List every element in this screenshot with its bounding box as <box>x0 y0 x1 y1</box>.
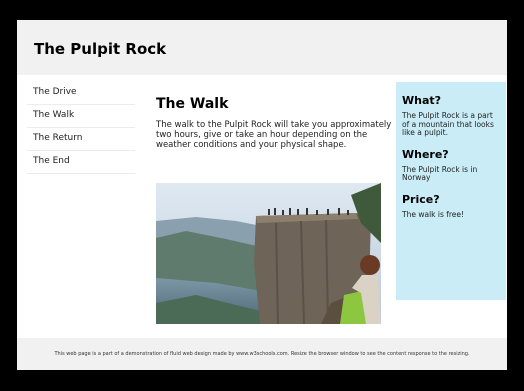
pulpit-rock-photo <box>156 183 381 324</box>
info-sidebar: What? The Pulpit Rock is a part of a mou… <box>396 82 506 300</box>
aside-heading-price: Price? <box>402 192 440 206</box>
nav-item-the-return[interactable]: The Return <box>27 128 135 151</box>
nav-item-the-walk[interactable]: The Walk <box>27 105 135 128</box>
aside-heading-what: What? <box>402 94 442 107</box>
footer-text: This web page is a part of a demonstrati… <box>54 351 470 357</box>
aside-text-where: The Pulpit Rock is in Norway <box>402 164 478 182</box>
main-content: The Walk The walk to the Pulpit Rock wil… <box>156 96 392 150</box>
page-title: The Pulpit Rock <box>34 40 167 58</box>
aside-text-what: The Pulpit Rock is a part of a mountain … <box>402 111 494 137</box>
aside-text-price: The walk is free! <box>402 209 465 219</box>
aside-heading-where: Where? <box>402 147 449 161</box>
nav-item-the-drive[interactable]: The Drive <box>27 82 135 105</box>
page-header: The Pulpit Rock <box>17 20 507 75</box>
pulpit-rock-image <box>156 183 381 324</box>
page-footer: This web page is a part of a demonstrati… <box>17 338 507 370</box>
main-heading: The Walk <box>156 96 229 112</box>
main-paragraph: The walk to the Pulpit Rock will take yo… <box>156 120 392 150</box>
nav-item-the-end[interactable]: The End <box>27 151 135 174</box>
sidebar-nav: The Drive The Walk The Return The End <box>27 82 135 174</box>
browser-page: The Pulpit Rock The Drive The Walk The R… <box>17 20 507 370</box>
